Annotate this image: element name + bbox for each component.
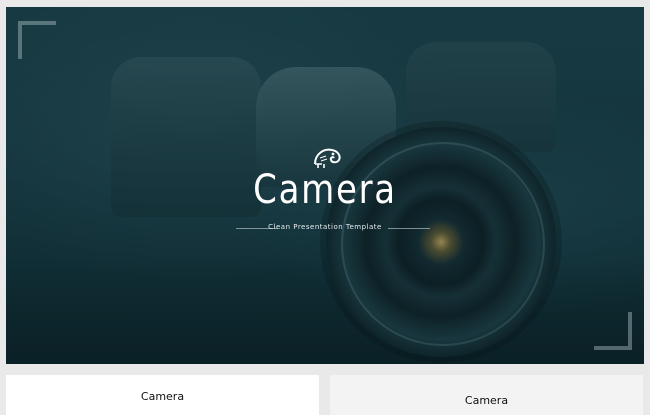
slide-title: Camera — [253, 167, 397, 213]
slide-thumbnail-1[interactable]: Camera — [6, 375, 319, 415]
thumbnail-title: Camera — [464, 394, 509, 407]
frame-corner-top-left — [18, 21, 56, 59]
slide-subtitle: Clean Presentation Template — [268, 223, 382, 231]
slide-thumbnail-2[interactable]: Camera — [330, 375, 643, 415]
hero-slide: Camera Clean Presentation Template — [6, 7, 644, 364]
frame-corner-bottom-right — [594, 312, 632, 350]
thumbnail-title: Camera — [140, 390, 185, 403]
subtitle-rule-right — [388, 228, 430, 229]
